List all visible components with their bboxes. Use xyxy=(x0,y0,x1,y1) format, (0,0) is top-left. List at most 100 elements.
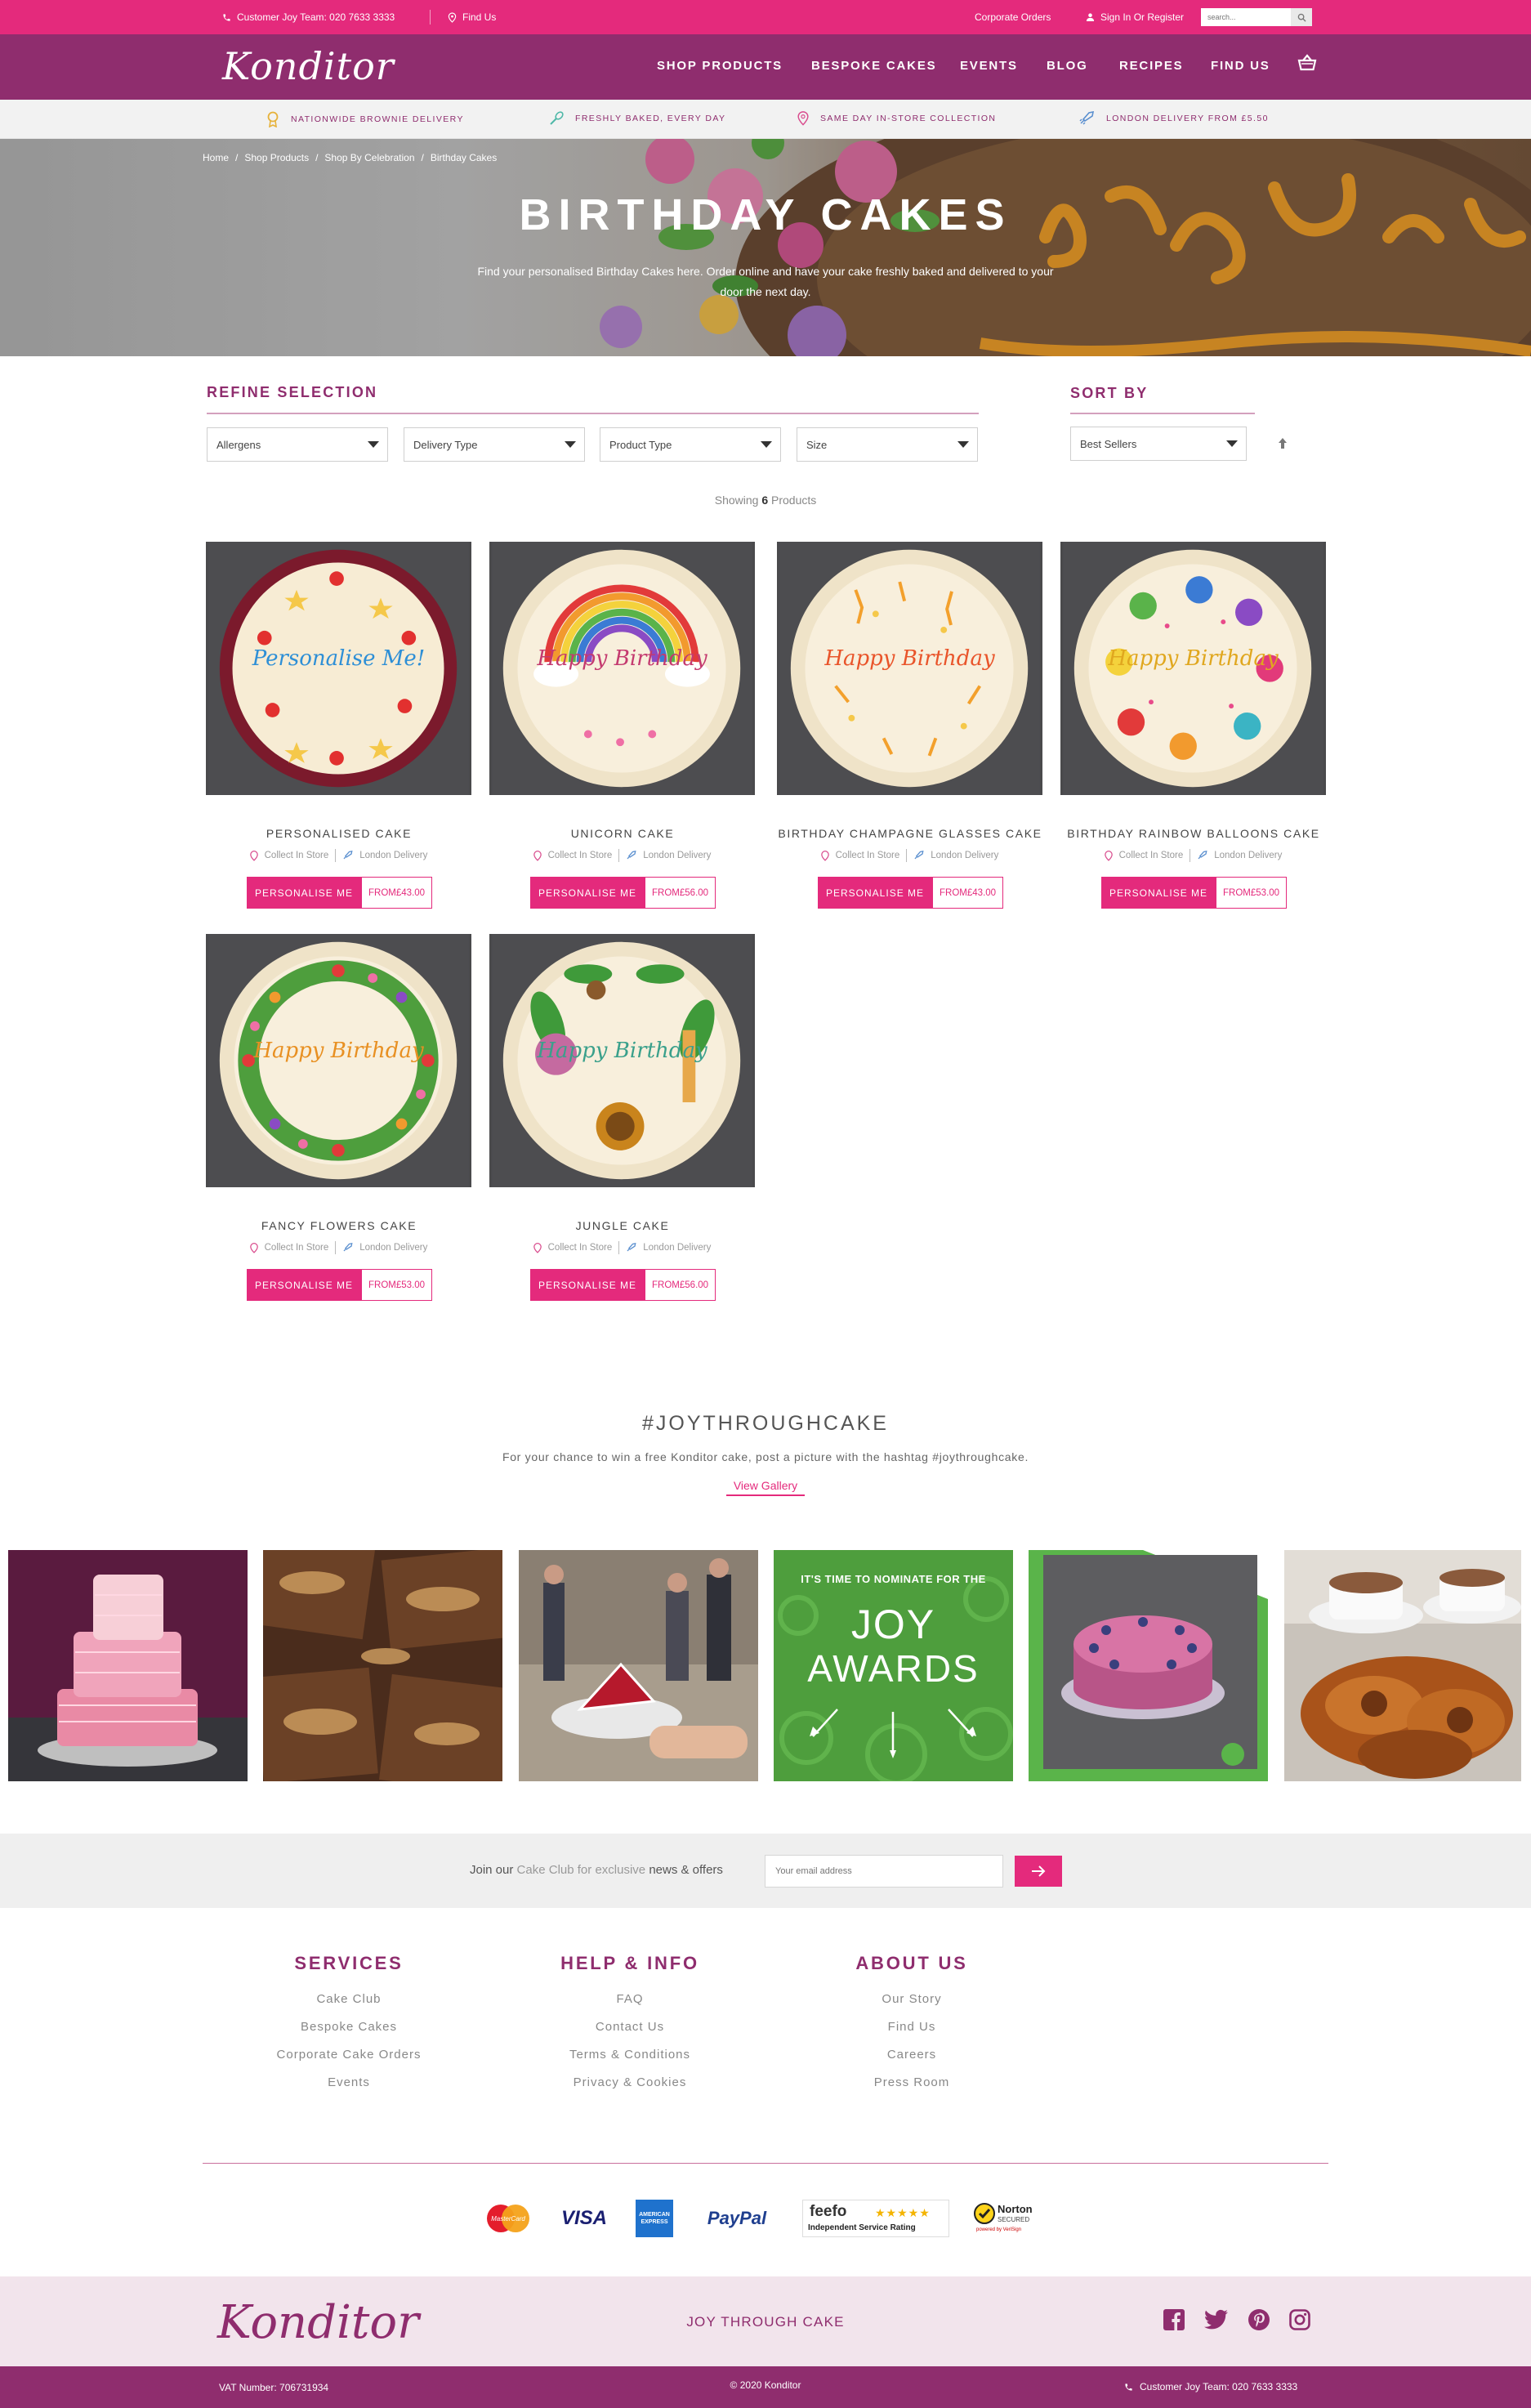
collect-in-store-label: Collect In Store xyxy=(547,1243,613,1253)
hero-overlay xyxy=(0,139,1531,356)
personalise-me-button[interactable]: PERSONALISE ME xyxy=(247,877,362,909)
caret-down-icon xyxy=(1226,440,1238,447)
norton-text: Norton xyxy=(998,2203,1033,2215)
nav-bespoke-cakes[interactable]: BESPOKE CAKES xyxy=(811,59,936,73)
product-image[interactable]: Happy Birthday xyxy=(206,934,471,1187)
newsletter-email-input[interactable] xyxy=(765,1855,1003,1888)
sign-in-link[interactable]: Sign In Or Register xyxy=(1086,11,1184,23)
facebook-icon[interactable] xyxy=(1163,2309,1185,2330)
footer-link[interactable]: Find Us xyxy=(781,2020,1042,2048)
footer-link[interactable]: Terms & Conditions xyxy=(499,2048,761,2075)
footer-link[interactable]: Privacy & Cookies xyxy=(499,2075,761,2103)
footer-divider xyxy=(203,2163,1328,2164)
personalise-me-button[interactable]: PERSONALISE ME xyxy=(530,1269,645,1301)
nav-events[interactable]: EVENTS xyxy=(960,59,1018,73)
caret-down-icon xyxy=(368,441,379,448)
visa-text: VISA xyxy=(560,2207,607,2229)
product-image[interactable]: Happy Birthday xyxy=(489,542,755,795)
product-name[interactable]: FANCY FLOWERS CAKE xyxy=(192,1219,486,1232)
top-phone[interactable]: Customer Joy Team: 020 7633 3333 xyxy=(222,11,395,23)
product-price[interactable]: FROM£43.00 xyxy=(932,877,1004,909)
filter-delivery-type[interactable]: Delivery Type xyxy=(404,427,585,462)
filter-size[interactable]: Size xyxy=(797,427,978,462)
rocket-icon xyxy=(627,851,636,860)
gallery-image[interactable] xyxy=(1284,1550,1521,1781)
gallery-image[interactable] xyxy=(8,1550,248,1781)
nav-recipes[interactable]: RECIPES xyxy=(1119,59,1183,73)
rocket-icon xyxy=(1079,111,1095,125)
visa-logo: VISA xyxy=(556,2198,613,2239)
product-name[interactable]: JUNGLE CAKE xyxy=(475,1219,770,1232)
personalise-me-button[interactable]: PERSONALISE ME xyxy=(530,877,645,909)
paypal-logo: PayPal xyxy=(696,2198,778,2239)
usp-collection: SAME DAY IN-STORE COLLECTION xyxy=(797,111,996,126)
footer-link[interactable]: Cake Club xyxy=(218,1992,480,2020)
product-price[interactable]: FROM£53.00 xyxy=(1216,877,1288,909)
product-image[interactable]: Happy Birthday xyxy=(489,934,755,1187)
personalise-me-button[interactable]: PERSONALISE ME xyxy=(1101,877,1216,909)
hero-description: Find your personalised Birthday Cakes he… xyxy=(477,265,1054,298)
product-name[interactable]: BIRTHDAY RAINBOW BALLOONS CAKE xyxy=(1047,827,1341,840)
product-image[interactable]: Personalise Me! xyxy=(206,542,471,795)
search-button[interactable] xyxy=(1291,8,1312,26)
footer-link[interactable]: Events xyxy=(218,2075,480,2103)
product-image[interactable]: Happy Birthday xyxy=(1060,542,1326,795)
footer-link[interactable]: Corporate Cake Orders xyxy=(218,2048,480,2075)
footer-link[interactable]: Our Story xyxy=(781,1992,1042,2020)
product-name[interactable]: UNICORN CAKE xyxy=(475,827,770,840)
collect-in-store-label: Collect In Store xyxy=(1118,851,1184,860)
personalise-me-button[interactable]: PERSONALISE ME xyxy=(247,1269,362,1301)
basket-icon[interactable] xyxy=(1297,54,1317,72)
nav-shop-products[interactable]: SHOP PRODUCTS xyxy=(657,59,783,73)
location-pin-icon xyxy=(249,850,258,861)
feefo-badge[interactable]: feefo ★★★★★ Independent Service Rating xyxy=(801,2198,951,2239)
footer-link[interactable]: Contact Us xyxy=(499,2020,761,2048)
search-input[interactable] xyxy=(1201,8,1291,26)
news-offers: news & offers xyxy=(649,1863,723,1877)
corporate-orders-link[interactable]: Corporate Orders xyxy=(975,11,1051,23)
london-delivery-label: London Delivery xyxy=(359,1243,428,1253)
view-gallery-link[interactable]: View Gallery xyxy=(726,1479,805,1496)
gallery-image[interactable] xyxy=(263,1550,502,1781)
filter-allergens[interactable]: Allergens xyxy=(207,427,388,462)
rating-stars-icon: ★★★★★ xyxy=(875,2206,931,2219)
pinterest-icon[interactable] xyxy=(1248,2309,1270,2330)
personalise-me-button[interactable]: PERSONALISE ME xyxy=(818,877,933,909)
norton-badge: Norton SECURED powered by VeriSign xyxy=(971,2198,1049,2239)
top-find-us[interactable]: Find Us xyxy=(448,11,496,23)
newsletter-submit-button[interactable] xyxy=(1015,1856,1062,1887)
divider xyxy=(618,849,620,862)
product-price[interactable]: FROM£56.00 xyxy=(645,1269,716,1301)
product-price[interactable]: FROM£53.00 xyxy=(361,1269,433,1301)
usp-collection-text: SAME DAY IN-STORE COLLECTION xyxy=(820,114,997,123)
svg-text:MasterCard: MasterCard xyxy=(491,2215,525,2223)
product-image[interactable]: Happy Birthday xyxy=(777,542,1042,795)
instagram-icon[interactable] xyxy=(1289,2309,1310,2330)
product-name[interactable]: PERSONALISED CAKE xyxy=(192,827,486,840)
gallery-image[interactable] xyxy=(519,1550,758,1781)
gallery-image[interactable] xyxy=(1029,1550,1268,1781)
filter-product-type[interactable]: Product Type xyxy=(600,427,781,462)
sort-select[interactable]: Best Sellers xyxy=(1070,427,1247,461)
location-pin-icon xyxy=(797,111,809,126)
footer-col-title: ABOUT US xyxy=(855,1953,968,1973)
breadcrumb: Home / Shop Products / Shop By Celebration… xyxy=(203,152,497,163)
logo[interactable]: Konditor xyxy=(222,44,395,88)
nav-find-us[interactable]: FIND US xyxy=(1211,59,1270,73)
breadcrumb-celebration[interactable]: Shop By Celebration xyxy=(324,152,414,163)
nav-blog[interactable]: BLOG xyxy=(1047,59,1088,73)
sort-direction-icon[interactable] xyxy=(1278,436,1288,449)
footer-link[interactable]: Press Room xyxy=(781,2075,1042,2103)
usp-bar: NATIONWIDE BROWNIE DELIVERY FRESHLY BAKE… xyxy=(0,100,1531,139)
footer-link[interactable]: Careers xyxy=(781,2048,1042,2075)
product-price[interactable]: FROM£56.00 xyxy=(645,877,716,909)
product-name[interactable]: BIRTHDAY CHAMPAGNE GLASSES CAKE xyxy=(763,827,1057,840)
gallery-joy-awards[interactable]: IT'S TIME TO NOMINATE FOR THE JOY AWARDS xyxy=(774,1550,1013,1781)
footer-phone[interactable]: Customer Joy Team: 020 7633 3333 xyxy=(1124,2381,1297,2392)
footer-link[interactable]: FAQ xyxy=(499,1992,761,2020)
product-price[interactable]: FROM£43.00 xyxy=(361,877,433,909)
breadcrumb-home[interactable]: Home xyxy=(203,152,229,163)
twitter-icon[interactable] xyxy=(1204,2309,1229,2330)
footer-link[interactable]: Bespoke Cakes xyxy=(218,2020,480,2048)
breadcrumb-shop-products[interactable]: Shop Products xyxy=(244,152,309,163)
